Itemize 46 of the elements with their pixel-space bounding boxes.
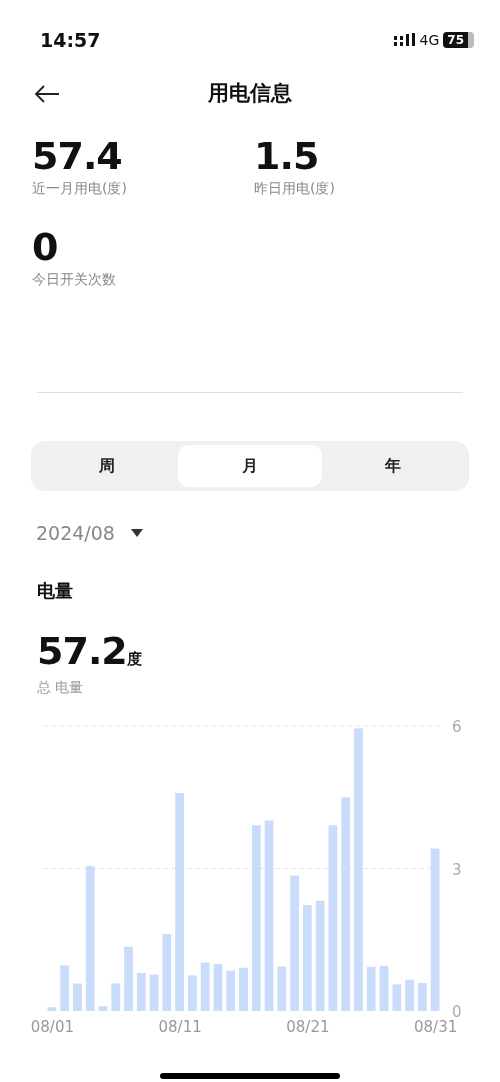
y-axis-label: 3 (452, 860, 462, 879)
bar (149, 974, 159, 1012)
stat-label: 昨日用电(度) (254, 178, 336, 198)
x-axis-label: 08/01 (30, 1018, 74, 1037)
period-tab[interactable]: 周 (35, 444, 179, 487)
bar (188, 975, 197, 1012)
bar (405, 979, 414, 1012)
bar (60, 965, 70, 1012)
stat-label: 今日开关次数 (32, 269, 117, 289)
bar (136, 973, 146, 1012)
x-axis-label: 08/21 (286, 1018, 330, 1037)
bar (239, 967, 248, 1012)
page-title: 用电信息 (208, 80, 292, 108)
dropdown-caret-icon[interactable] (130, 528, 143, 537)
total-label: 总 电量 (37, 678, 85, 698)
bar (277, 966, 287, 1012)
period-selector[interactable]: 2024/08 (36, 518, 115, 548)
section-title: 电量 (36, 579, 74, 604)
period-tab[interactable]: 年 (321, 444, 465, 487)
total-value: 57.2 (37, 629, 127, 674)
stat-value: 0 (32, 226, 59, 269)
network-label: 4G (419, 30, 440, 50)
stat-label: 近一月用电(度) (32, 178, 128, 198)
bar (366, 966, 376, 1012)
bar (213, 964, 223, 1012)
signal-icon (393, 33, 416, 47)
y-axis-label: 6 (452, 718, 462, 737)
bar (73, 983, 82, 1012)
bar (47, 1007, 57, 1012)
period-tab[interactable]: 月 (178, 444, 322, 487)
bar (379, 965, 389, 1012)
battery-icon: 75 (443, 32, 474, 48)
bar (417, 983, 427, 1012)
stat-value: 1.5 (254, 136, 320, 178)
bar (226, 970, 236, 1012)
bar (392, 984, 402, 1012)
x-axis-label: 08/11 (158, 1018, 202, 1037)
status-time: 14:57 (40, 27, 101, 53)
bar (111, 983, 121, 1012)
total-unit: 度 (126, 650, 142, 669)
bar (98, 1006, 108, 1012)
back-icon[interactable] (34, 85, 60, 103)
bar (124, 946, 133, 1012)
bar (200, 962, 210, 1012)
x-axis-label: 08/31 (414, 1018, 458, 1037)
stat-value: 57.4 (32, 136, 123, 178)
